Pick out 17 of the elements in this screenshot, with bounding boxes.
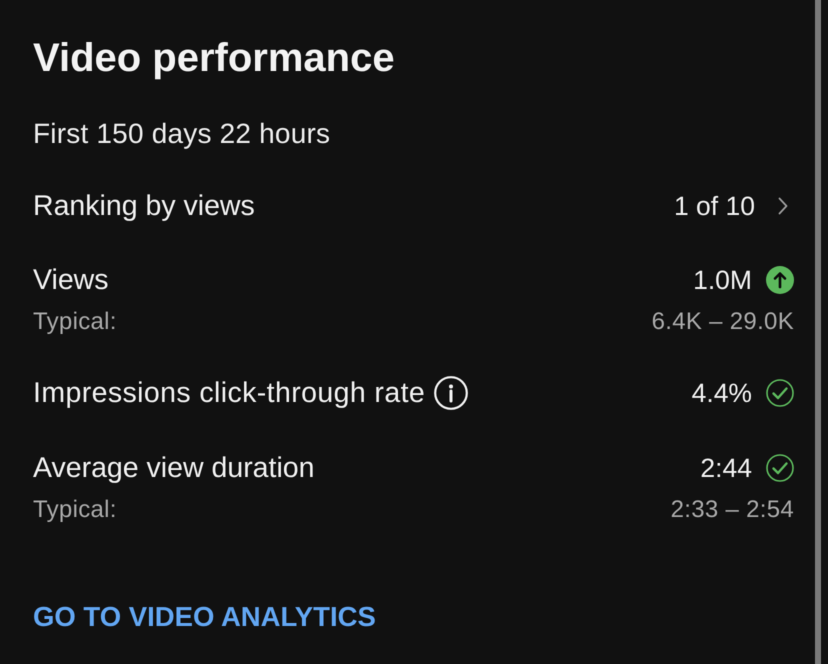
metric-value: 1.0M xyxy=(693,265,752,295)
metric-label: Average view duration xyxy=(33,453,314,483)
analytics-link[interactable]: GO TO VIDEO ANALYTICS xyxy=(33,602,376,632)
metric-value: 4.4% xyxy=(692,378,752,408)
info-icon[interactable] xyxy=(434,376,468,410)
metric-value: 2:44 xyxy=(700,453,752,483)
chevron-right-icon[interactable] xyxy=(778,197,788,215)
metric-label: Views xyxy=(33,265,109,295)
typical-label: Typical: xyxy=(33,498,117,522)
metric-label: Ranking by views xyxy=(33,191,255,221)
card-title: Video performance xyxy=(33,36,396,80)
metric-value: 1 of 10 xyxy=(674,191,755,221)
typical-range: 6.4K – 29.0K xyxy=(652,310,794,334)
typical-label: Typical: xyxy=(33,310,117,334)
metric-label: Impressions click-through rate xyxy=(33,378,426,408)
typical-range: 2:33 – 2:54 xyxy=(670,498,794,522)
period-text: First 150 days 22 hours xyxy=(33,119,332,149)
